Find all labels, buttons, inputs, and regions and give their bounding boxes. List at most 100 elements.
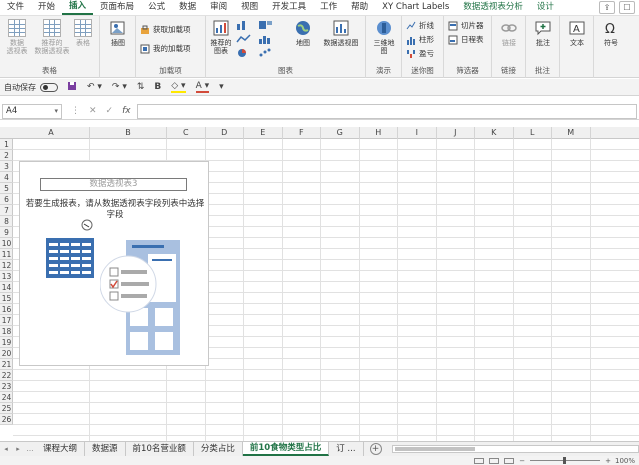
name-box[interactable]: A4 — [2, 103, 62, 119]
column-header[interactable]: G — [321, 127, 360, 139]
sheet-tab[interactable]: 订 ... — [329, 442, 364, 456]
row-header[interactable]: 1 — [0, 139, 13, 150]
fill-color-icon[interactable]: ◇ ▾ — [171, 81, 186, 93]
scatter-chart-button[interactable] — [258, 48, 276, 58]
formula-input[interactable] — [136, 103, 637, 119]
row-header[interactable]: 2 — [0, 150, 13, 161]
column-header[interactable]: D — [206, 127, 244, 139]
row-header[interactable]: 5 — [0, 183, 13, 194]
pivot-table-button[interactable]: 数据 透视表 — [4, 19, 30, 55]
row-header[interactable]: 26 — [0, 414, 13, 425]
zoom-out-button[interactable]: − — [519, 457, 525, 465]
column-header[interactable]: E — [244, 127, 283, 139]
ribbon-tab[interactable]: 帮助 — [344, 0, 375, 15]
share-icon[interactable]: ⇪ — [599, 1, 615, 14]
customize-qat-icon[interactable]: ▾ — [219, 82, 224, 92]
stat-chart-button[interactable] — [258, 34, 276, 44]
ribbon-tab[interactable]: 开始 — [31, 0, 62, 15]
autosave-toggle[interactable] — [40, 82, 58, 92]
symbols-button[interactable]: Ω 符号 — [598, 19, 624, 47]
ribbon-tab[interactable]: 页面布局 — [93, 0, 141, 15]
save-icon[interactable] — [67, 81, 77, 94]
row-header[interactable]: 6 — [0, 194, 13, 205]
ribbon-tab[interactable]: 视图 — [234, 0, 265, 15]
map3d-button[interactable]: 三维地 图 — [371, 19, 397, 55]
scroll-right-icon[interactable]: ▸ — [12, 445, 24, 453]
sheet-tab[interactable]: 前10名营业额 — [126, 442, 194, 456]
sheet-tab[interactable]: 分类占比 — [194, 442, 243, 456]
column-header[interactable]: I — [398, 127, 437, 139]
ribbon-tab[interactable]: 数据 — [172, 0, 203, 15]
link-button[interactable]: 链接 — [496, 19, 522, 47]
ribbon-tab[interactable]: 公式 — [141, 0, 172, 15]
enter-icon[interactable]: ✓ — [106, 106, 114, 116]
table-button[interactable]: 表格 — [72, 19, 94, 47]
get-addins-button[interactable]: 获取加载项 — [140, 24, 191, 35]
column-chart-button[interactable] — [236, 20, 254, 30]
text-button[interactable]: A 文本 — [564, 19, 590, 47]
ribbon-tab[interactable]: 开发工具 — [265, 0, 313, 15]
column-header[interactable]: L — [514, 127, 552, 139]
pie-chart-button[interactable] — [236, 48, 254, 58]
row-header[interactable]: 4 — [0, 172, 13, 183]
column-header[interactable]: H — [360, 127, 398, 139]
sort-icon[interactable]: ⇅ — [137, 82, 145, 92]
sheet-tab[interactable]: 数据源 — [85, 442, 126, 456]
row-header[interactable]: 3 — [0, 161, 13, 172]
row-header[interactable]: 23 — [0, 381, 13, 392]
maps-button[interactable]: 地图 — [290, 19, 316, 47]
row-header[interactable]: 21 — [0, 359, 13, 370]
bold-button[interactable]: B — [154, 82, 161, 92]
comment-button[interactable]: 批注 — [530, 19, 556, 47]
timeline-button[interactable]: 日程表 — [448, 34, 484, 45]
ribbon-tab[interactable]: XY Chart Labels — [375, 0, 456, 15]
row-header[interactable]: 7 — [0, 205, 13, 216]
page-layout-view-button[interactable] — [489, 457, 500, 464]
row-header[interactable]: 15 — [0, 293, 13, 304]
redo-icon[interactable]: ↷ ▾ — [112, 82, 127, 92]
slicer-button[interactable]: 切片器 — [448, 20, 484, 31]
row-header[interactable]: 13 — [0, 271, 13, 282]
sheet-tab[interactable]: 课程大纲 — [36, 442, 86, 456]
column-header[interactable]: C — [167, 127, 206, 139]
font-color-button[interactable]: A ▾ — [195, 81, 210, 93]
insert-function-button[interactable]: fx — [122, 106, 131, 116]
comments-icon[interactable]: ☐ — [619, 1, 635, 14]
horizontal-scrollbar[interactable] — [391, 445, 639, 453]
hierarchy-chart-button[interactable] — [258, 20, 276, 30]
row-header[interactable]: 19 — [0, 337, 13, 348]
scroll-left-icon[interactable]: ◂ — [0, 445, 12, 453]
new-sheet-button[interactable]: + — [369, 443, 382, 455]
row-header[interactable]: 18 — [0, 326, 13, 337]
my-addins-button[interactable]: 我的加载项 — [140, 43, 191, 54]
row-header[interactable]: 8 — [0, 216, 13, 227]
zoom-level[interactable]: 100% — [615, 457, 635, 465]
normal-view-button[interactable] — [474, 457, 485, 464]
row-header[interactable]: 10 — [0, 238, 13, 249]
row-header[interactable]: 16 — [0, 304, 13, 315]
row-header[interactable]: 20 — [0, 348, 13, 359]
column-header[interactable]: F — [283, 127, 321, 139]
recommended-pivot-button[interactable]: 推荐的 数据透视表 — [33, 19, 71, 55]
sparkline-line-button[interactable]: 折线 — [406, 20, 434, 31]
row-header[interactable]: 25 — [0, 403, 13, 414]
ribbon-tab[interactable]: 设计 — [530, 0, 561, 15]
sparkline-column-button[interactable]: 柱形 — [406, 34, 434, 45]
row-header[interactable]: 12 — [0, 260, 13, 271]
ribbon-tab[interactable]: 插入 — [62, 0, 94, 15]
column-header[interactable]: B — [90, 127, 167, 139]
pivotchart-button[interactable]: 数据透视图 — [319, 19, 363, 47]
row-header[interactable]: 24 — [0, 392, 13, 403]
undo-icon[interactable]: ↶ ▾ — [87, 82, 102, 92]
row-header[interactable]: 14 — [0, 282, 13, 293]
more-tabs-icon[interactable]: … — [24, 445, 36, 453]
sparkline-winloss-button[interactable]: 盈亏 — [406, 48, 434, 59]
ribbon-tab[interactable]: 审阅 — [203, 0, 234, 15]
cancel-icon[interactable]: ✕ — [89, 106, 97, 116]
ribbon-tab[interactable]: 文件 — [0, 0, 31, 15]
sheet-tab[interactable]: 前10食物类型占比 — [242, 442, 330, 456]
pivot-table-placeholder[interactable]: 数据透视表3 若要生成报表，请从数据透视表字段列表中选择字段 — [19, 161, 209, 366]
row-header[interactable]: 22 — [0, 370, 13, 381]
ribbon-tab[interactable]: 数据透视表分析 — [456, 0, 530, 15]
illustrations-button[interactable]: 插图 — [105, 19, 131, 47]
